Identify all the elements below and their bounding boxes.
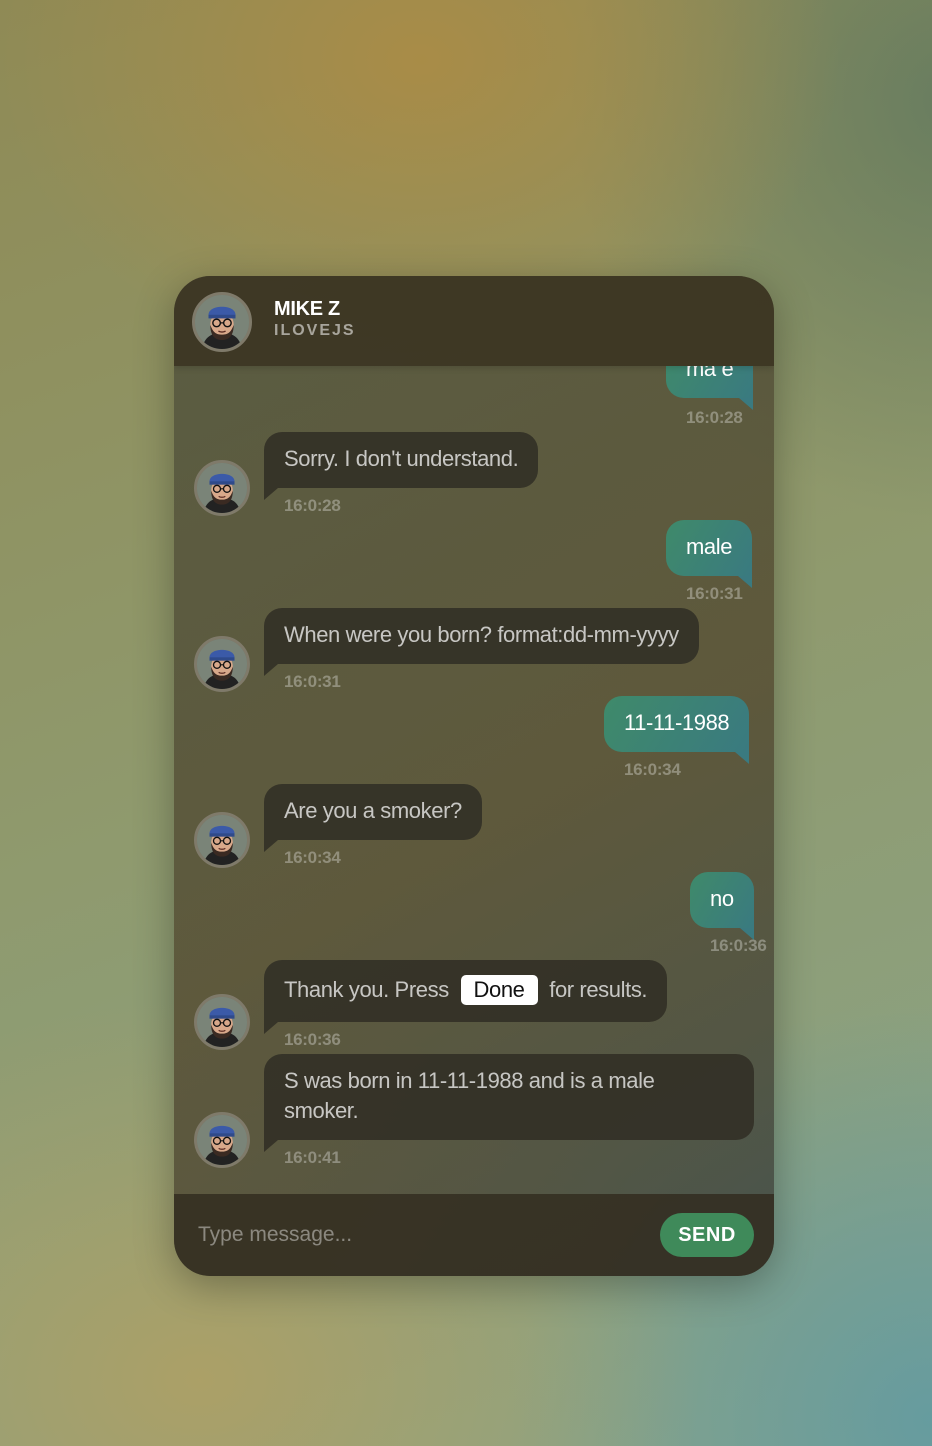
message-text: Are you a smoker? bbox=[284, 798, 462, 823]
message-time: 16:0:41 bbox=[284, 1148, 341, 1167]
done-button[interactable]: Done bbox=[460, 975, 538, 1005]
message-text: When were you born? format:dd-mm-yyyy bbox=[284, 622, 679, 647]
message-text: S was born in 11-11-1988 and is a male s… bbox=[284, 1068, 655, 1123]
message-list[interactable]: ma e 16:0:28 Sorry. I don't understand. … bbox=[174, 366, 774, 1194]
chat-header: MIKE Z ILOVEJS bbox=[174, 276, 774, 366]
message-time: 16:0:28 bbox=[284, 496, 341, 515]
message-time: 16:0:31 bbox=[686, 584, 743, 603]
message-text: male bbox=[686, 534, 733, 559]
contact-name: MIKE Z bbox=[274, 298, 340, 320]
message-text: Sorry. I don't understand. bbox=[284, 446, 519, 471]
send-button[interactable]: SEND bbox=[660, 1213, 754, 1257]
incoming-message: When were you born? format:dd-mm-yyyy bbox=[264, 608, 699, 676]
message-text: Thank you. Press bbox=[284, 977, 449, 1002]
incoming-message: S was born in 11-11-1988 and is a male s… bbox=[264, 1054, 754, 1152]
chat-window: MIKE Z ILOVEJS ma e 16:0:28 Sorry. I don… bbox=[174, 276, 774, 1276]
message-time: 16:0:31 bbox=[284, 672, 341, 691]
message-time: 16:0:28 bbox=[686, 408, 743, 427]
message-time: 16:0:36 bbox=[710, 936, 767, 955]
avatar-icon bbox=[194, 994, 250, 1050]
message-text: 11-11-1988 bbox=[624, 710, 730, 735]
avatar-icon bbox=[194, 812, 250, 868]
message-time: 16:0:34 bbox=[624, 760, 681, 779]
message-input[interactable] bbox=[196, 1216, 640, 1254]
message-text: for results. bbox=[549, 977, 648, 1002]
outgoing-message: male bbox=[666, 520, 753, 588]
incoming-message: Are you a smoker? bbox=[264, 784, 482, 852]
incoming-message: Sorry. I don't understand. bbox=[264, 432, 539, 500]
message-time: 16:0:36 bbox=[284, 1030, 341, 1049]
avatar-icon bbox=[194, 636, 250, 692]
incoming-message: Thank you. Press Done for results. bbox=[264, 960, 668, 1034]
outgoing-message: ma e bbox=[666, 366, 754, 410]
outgoing-message: 11-11-1988 bbox=[604, 696, 750, 764]
composer: SEND bbox=[174, 1194, 774, 1276]
message-time: 16:0:34 bbox=[284, 848, 341, 867]
message-text: ma e bbox=[686, 366, 734, 381]
avatar-icon bbox=[192, 292, 252, 352]
avatar-icon bbox=[194, 460, 250, 516]
avatar-icon bbox=[194, 1112, 250, 1168]
message-text: no bbox=[710, 886, 734, 911]
contact-subtitle: ILOVEJS bbox=[274, 322, 356, 339]
outgoing-message: no bbox=[690, 872, 754, 940]
